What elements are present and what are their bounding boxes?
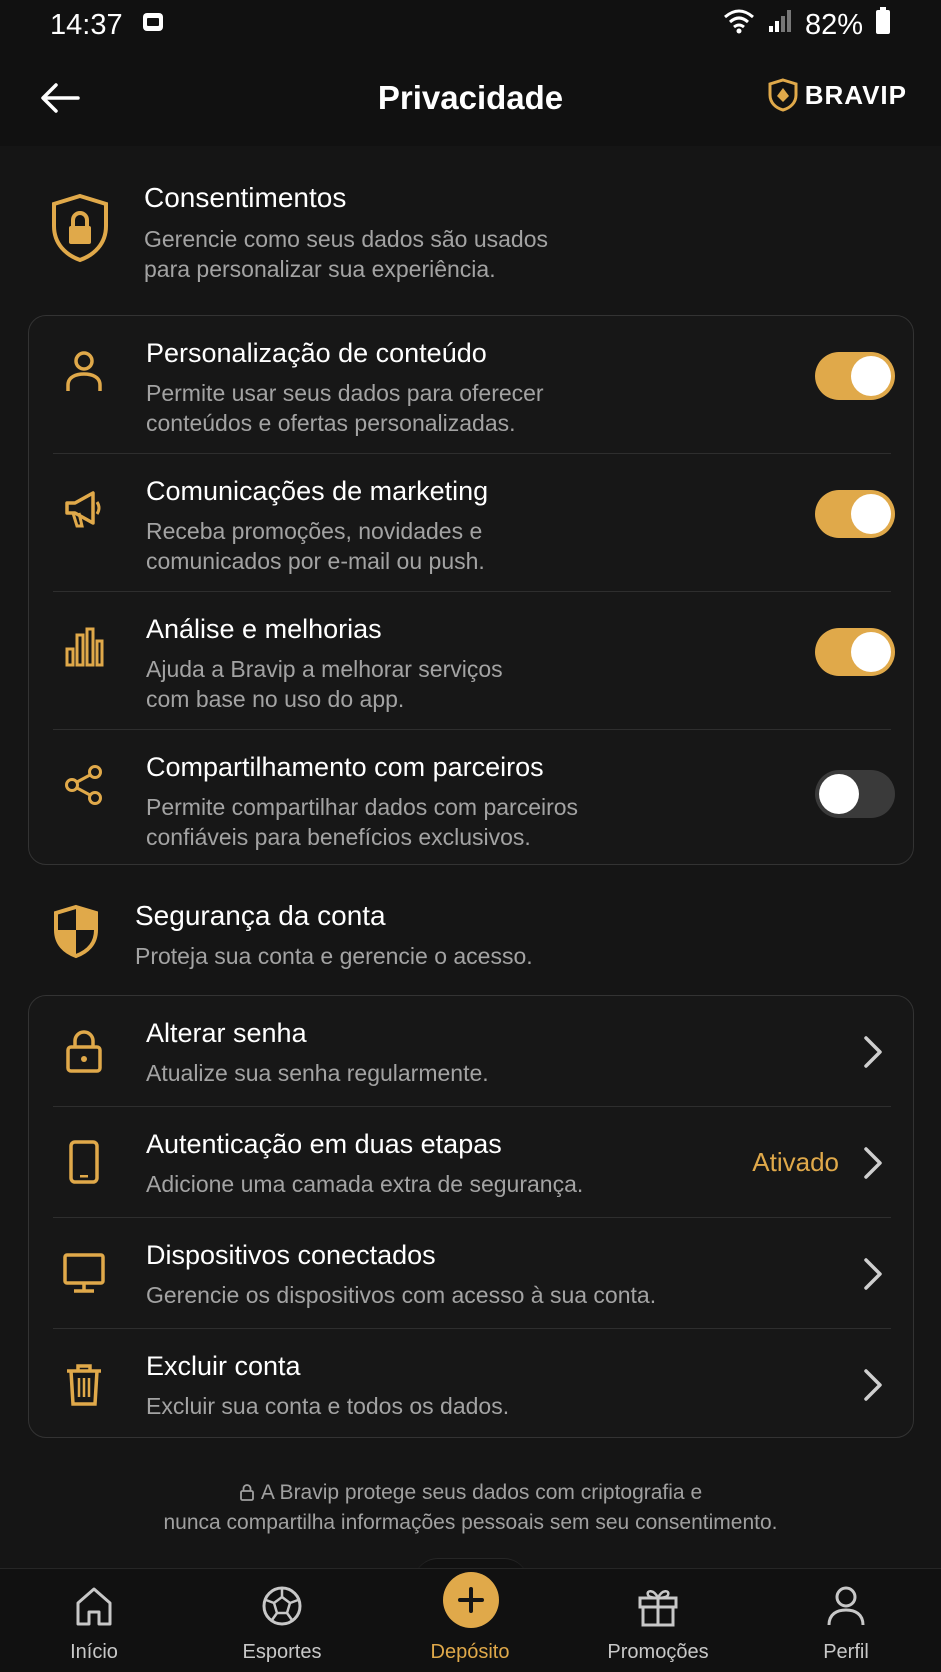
megaphone-icon	[61, 486, 107, 532]
security-desc: Excluir sua conta e todos os dados.	[146, 1393, 510, 1419]
deposit-fab-button[interactable]	[443, 1572, 499, 1628]
shield-logo-icon	[768, 78, 798, 112]
app-header: Privacidade BRAVIP	[0, 50, 941, 146]
consent-desc-1: Permite compartilhar dados com parceiros	[146, 794, 579, 820]
shield-half-icon	[52, 904, 100, 965]
footer-text-1: A Bravip protege seus dados com criptogr…	[260, 1481, 703, 1504]
nav-label: Depósito	[430, 1641, 510, 1663]
consent-desc-2: confiáveis para benefícios exclusivos.	[146, 824, 531, 850]
security-section-subtitle: Proteja sua conta e gerencie o acesso.	[135, 943, 533, 969]
security-title: Alterar senha	[146, 1018, 307, 1048]
nav-label: Início	[70, 1641, 118, 1663]
trash-icon	[61, 1361, 107, 1407]
lock-icon	[61, 1028, 107, 1074]
bar-chart-icon	[61, 624, 107, 670]
security-row-2fa[interactable]: Autenticação em duas etapas Adicione uma…	[29, 1107, 915, 1217]
shield-lock-icon	[48, 192, 112, 269]
nav-sports[interactable]: Esportes	[188, 1569, 376, 1672]
toggle-knob	[851, 356, 891, 396]
security-title: Dispositivos conectados	[146, 1240, 436, 1270]
footer-text-2: nunca compartilha informações pessoais s…	[163, 1511, 778, 1534]
privacy-footer-note: A Bravip protege seus dados com criptogr…	[0, 1478, 941, 1538]
consent-row-partners: Compartilhamento com parceiros Permite c…	[29, 730, 915, 866]
monitor-icon	[61, 1250, 107, 1296]
consent-section-subtitle-1: Gerencie como seus dados são usados	[144, 226, 549, 252]
consent-row-analytics: Análise e melhorias Ajuda a Bravip a mel…	[29, 592, 915, 729]
security-desc: Gerencie os dispositivos com acesso à su…	[146, 1282, 657, 1308]
phone-icon	[61, 1139, 107, 1185]
arrow-left-icon	[41, 83, 80, 113]
security-row-delete[interactable]: Excluir conta Excluir sua conta e todos …	[29, 1329, 915, 1439]
signal-icon	[767, 8, 793, 42]
consent-desc-1: Ajuda a Bravip a melhorar serviços	[146, 656, 503, 682]
consent-desc-1: Permite usar seus dados para oferecer	[146, 380, 544, 406]
consent-title: Compartilhamento com parceiros	[146, 752, 544, 782]
share-icon	[61, 762, 107, 808]
consent-desc-1: Receba promoções, novidades e	[146, 518, 483, 544]
back-button[interactable]	[36, 76, 84, 120]
notification-icon	[141, 9, 165, 42]
analytics-toggle[interactable]	[815, 628, 895, 676]
consent-desc-2: com base no uso do app.	[146, 686, 405, 712]
battery-icon	[875, 7, 891, 43]
consent-card: Personalização de conteúdo Permite usar …	[28, 315, 914, 865]
consent-desc-2: conteúdos e ofertas personalizadas.	[146, 410, 516, 436]
security-row-password[interactable]: Alterar senha Atualize sua senha regular…	[29, 996, 915, 1106]
2fa-status: Ativado	[752, 1147, 839, 1177]
security-desc: Atualize sua senha regularmente.	[146, 1060, 489, 1086]
plus-icon	[458, 1587, 484, 1613]
consent-desc-2: comunicados por e-mail ou push.	[146, 548, 485, 574]
nav-profile[interactable]: Perfil	[752, 1569, 940, 1672]
battery-level: 82%	[804, 8, 863, 41]
nav-promotions[interactable]: Promoções	[564, 1569, 752, 1672]
person-icon	[752, 1585, 940, 1629]
security-row-devices[interactable]: Dispositivos conectados Gerencie os disp…	[29, 1218, 915, 1328]
nav-home[interactable]: Início	[0, 1569, 188, 1672]
toggle-knob	[851, 494, 891, 534]
chevron-right-icon	[864, 1258, 882, 1290]
personalization-toggle[interactable]	[815, 352, 895, 400]
user-icon	[61, 348, 107, 394]
nav-label: Promoções	[607, 1641, 709, 1663]
security-desc: Adicione uma camada extra de segurança.	[146, 1171, 584, 1197]
toggle-knob	[851, 632, 891, 672]
partners-toggle[interactable]	[815, 770, 895, 818]
consent-section-title: Consentimentos	[144, 182, 347, 213]
status-time: 14:37	[50, 8, 123, 41]
security-title: Excluir conta	[146, 1351, 301, 1381]
consent-title: Análise e melhorias	[146, 614, 382, 644]
page-title: Privacidade	[377, 79, 564, 116]
chevron-right-icon	[864, 1369, 882, 1401]
consent-row-marketing: Comunicações de marketing Receba promoçõ…	[29, 454, 915, 591]
chevron-right-icon	[864, 1147, 882, 1179]
nav-label: Esportes	[242, 1641, 322, 1663]
wifi-icon	[723, 8, 755, 42]
soccer-ball-icon	[188, 1585, 376, 1629]
chevron-right-icon	[864, 1036, 882, 1068]
toggle-knob	[819, 774, 859, 814]
consent-section-subtitle-2: para personalizar sua experiência.	[144, 256, 496, 282]
home-icon	[0, 1585, 188, 1629]
nav-label: Perfil	[823, 1641, 869, 1663]
footer-line-1: A Bravip protege seus dados com criptogr…	[0, 1478, 941, 1508]
consent-row-personalization: Personalização de conteúdo Permite usar …	[29, 316, 915, 453]
status-bar: 14:37 82%	[0, 0, 941, 50]
security-card: Alterar senha Atualize sua senha regular…	[28, 995, 914, 1438]
lock-small-icon	[239, 1484, 254, 1501]
security-section-title: Segurança da conta	[135, 900, 386, 931]
consent-title: Personalização de conteúdo	[146, 338, 487, 368]
brand-name: BRAVIP	[804, 79, 907, 110]
consent-title: Comunicações de marketing	[146, 476, 489, 506]
marketing-toggle[interactable]	[815, 490, 895, 538]
gift-icon	[564, 1585, 752, 1629]
brand-logo: BRAVIP	[767, 78, 907, 112]
security-title: Autenticação em duas etapas	[146, 1129, 502, 1159]
